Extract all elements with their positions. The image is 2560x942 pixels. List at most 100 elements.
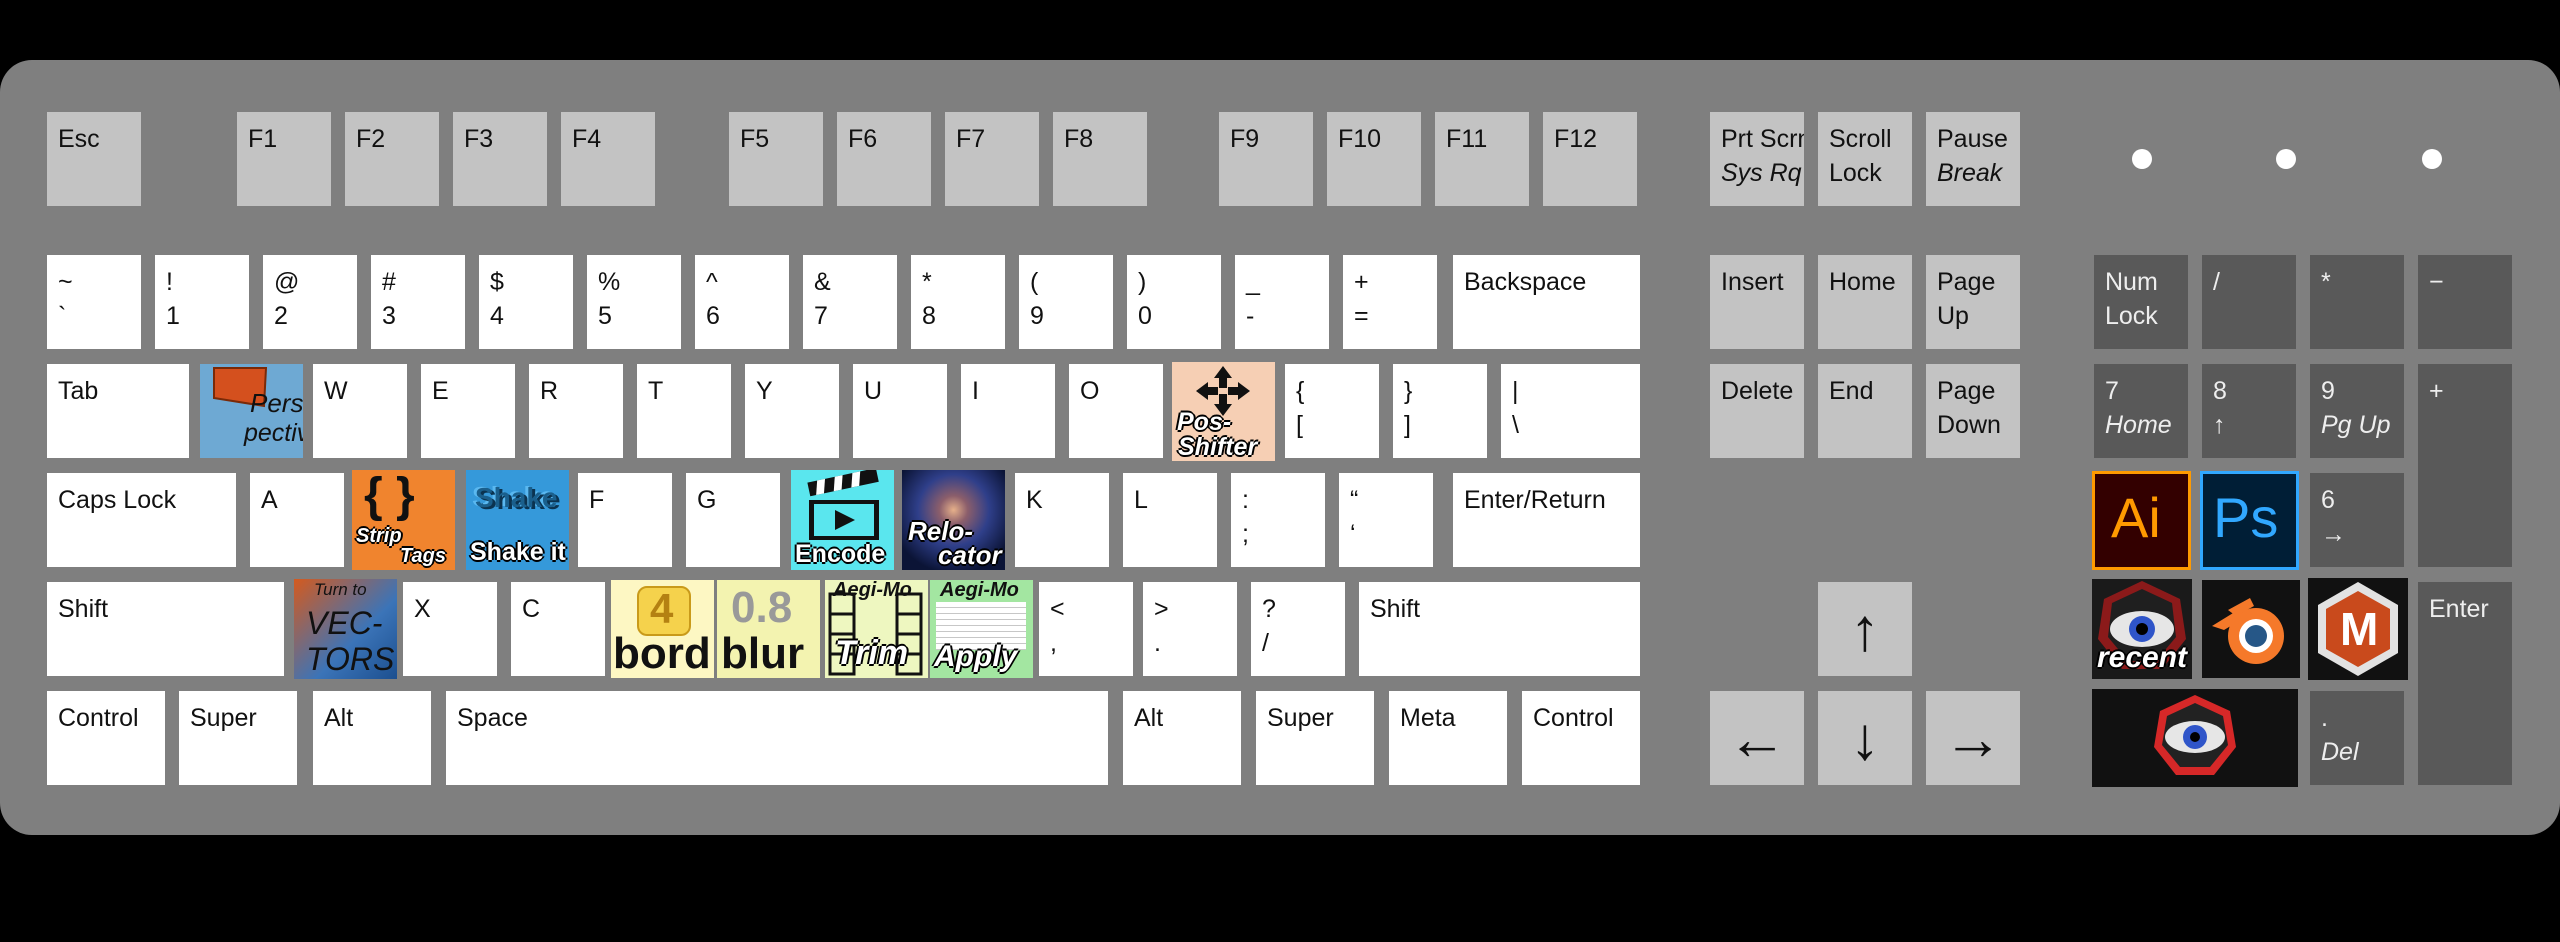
key-f[interactable]: F	[578, 473, 672, 567]
key-t[interactable]: T	[637, 364, 731, 458]
key-numpad-enter[interactable]: Enter	[2418, 582, 2512, 785]
key-left-alt[interactable]: Alt	[313, 691, 431, 785]
key-u[interactable]: U	[853, 364, 947, 458]
key-v-bord-macro[interactable]: 4 bord	[611, 580, 714, 678]
key-9[interactable]: (9	[1019, 255, 1113, 349]
key-semicolon[interactable]: :;	[1231, 473, 1325, 567]
key-f7[interactable]: F7	[945, 112, 1039, 206]
key-i[interactable]: I	[961, 364, 1055, 458]
key-0[interactable]: ) 0	[1127, 255, 1221, 349]
key-space[interactable]: Space	[446, 691, 1108, 785]
key-w[interactable]: W	[313, 364, 407, 458]
key-6[interactable]: ^ 6	[695, 255, 789, 349]
key-b-blur-macro[interactable]: 0.8 blur	[717, 580, 820, 678]
key-numpad-divide[interactable]: /	[2202, 255, 2296, 349]
key-k[interactable]: K	[1015, 473, 1109, 567]
key-page-up[interactable]: Page Up	[1926, 255, 2020, 349]
key-o[interactable]: O	[1069, 364, 1163, 458]
key-enter[interactable]: Enter/Return	[1453, 473, 1640, 567]
key-numpad-5-photoshop[interactable]: Ps	[2200, 471, 2299, 570]
key-minus[interactable]: _ -	[1235, 255, 1329, 349]
key-backspace[interactable]: Backspace	[1453, 255, 1640, 349]
key-caps-lock[interactable]: Caps Lock	[47, 473, 236, 567]
key-f12[interactable]: F12	[1543, 112, 1637, 206]
key-numpad-4-illustrator[interactable]: Ai	[2092, 471, 2191, 570]
key-numpad-minus[interactable]: −	[2418, 255, 2512, 349]
key-f2[interactable]: F2	[345, 112, 439, 206]
key-f6[interactable]: F6	[837, 112, 931, 206]
key-s-strip-tags-macro[interactable]: { } Strip Tags	[352, 470, 455, 570]
key-4[interactable]: $4	[479, 255, 573, 349]
key-arrow-up[interactable]: ↑	[1818, 582, 1912, 676]
key-scroll-lock[interactable]: Scroll Lock	[1818, 112, 1912, 206]
key-f10[interactable]: F10	[1327, 112, 1421, 206]
key-8[interactable]: * 8	[911, 255, 1005, 349]
key-backslash[interactable]: | \	[1501, 364, 1640, 458]
key-e[interactable]: E	[421, 364, 515, 458]
key-f4[interactable]: F4	[561, 112, 655, 206]
key-pause[interactable]: Pause Break	[1926, 112, 2020, 206]
key-f11[interactable]: F11	[1435, 112, 1529, 206]
key-right-bracket[interactable]: }]	[1393, 364, 1487, 458]
key-insert[interactable]: Insert	[1710, 255, 1804, 349]
key-3[interactable]: #3	[371, 255, 465, 349]
key-f8[interactable]: F8	[1053, 112, 1147, 206]
key-n-trim-macro[interactable]: Aegi-Mo Trim	[825, 580, 928, 678]
key-right-super[interactable]: Super	[1256, 691, 1374, 785]
key-y[interactable]: Y	[745, 364, 839, 458]
key-f9[interactable]: F9	[1219, 112, 1313, 206]
key-left-super[interactable]: Super	[179, 691, 297, 785]
key-num-lock[interactable]: Num Lock	[2094, 255, 2188, 349]
key-1[interactable]: ! 1	[155, 255, 249, 349]
key-f5[interactable]: F5	[729, 112, 823, 206]
key-numpad-plus[interactable]: +	[2418, 364, 2512, 567]
key-z-vectors-macro[interactable]: Turn to VEC- TORS	[294, 579, 397, 679]
key-5[interactable]: % 5	[587, 255, 681, 349]
key-left-bracket[interactable]: {[	[1285, 364, 1379, 458]
key-numpad-multiply[interactable]: *	[2310, 255, 2404, 349]
key-equals[interactable]: + =	[1343, 255, 1437, 349]
key-left-control[interactable]: Control	[47, 691, 165, 785]
key-c[interactable]: C	[511, 582, 605, 676]
key-period[interactable]: >.	[1143, 582, 1237, 676]
key-slash[interactable]: ? /	[1251, 582, 1345, 676]
key-left-shift[interactable]: Shift	[47, 582, 284, 676]
key-r[interactable]: R	[529, 364, 623, 458]
key-f3[interactable]: F3	[453, 112, 547, 206]
key-h-encode-macro[interactable]: Encode	[791, 470, 894, 570]
key-tab[interactable]: Tab	[47, 364, 189, 458]
key-right-alt[interactable]: Alt	[1123, 691, 1241, 785]
key-2[interactable]: @2	[263, 255, 357, 349]
key-home[interactable]: Home	[1818, 255, 1912, 349]
key-numpad-8[interactable]: 8 ↑	[2202, 364, 2296, 458]
key-arrow-left[interactable]: ←	[1710, 691, 1804, 785]
key-numpad-6[interactable]: 6 →	[2310, 473, 2404, 567]
key-7[interactable]: & 7	[803, 255, 897, 349]
key-arrow-down[interactable]: ↓	[1818, 691, 1912, 785]
key-m-apply-macro[interactable]: Aegi-Mo Apply	[930, 580, 1033, 678]
key-f1[interactable]: F1	[237, 112, 331, 206]
key-quote[interactable]: “‘	[1339, 473, 1433, 567]
key-backtick[interactable]: ~ `	[47, 255, 141, 349]
key-q-perspective-macro[interactable]: Pers- pective	[200, 364, 303, 458]
key-numpad-3-mocha[interactable]: M	[2308, 578, 2408, 680]
key-arrow-right[interactable]: →	[1926, 691, 2020, 785]
key-g[interactable]: G	[686, 473, 780, 567]
key-j-relocator-macro[interactable]: Relo- cator	[902, 470, 1005, 570]
key-numpad-2-blender[interactable]	[2202, 580, 2300, 678]
key-end[interactable]: End	[1818, 364, 1912, 458]
key-numpad-7[interactable]: 7 Home	[2094, 364, 2188, 458]
key-page-down[interactable]: Page Down	[1926, 364, 2020, 458]
key-meta[interactable]: Meta	[1389, 691, 1507, 785]
key-right-shift[interactable]: Shift	[1359, 582, 1640, 676]
key-numpad-decimal[interactable]: . Del	[2310, 691, 2404, 785]
key-p-pos-shifter-macro[interactable]: Pos- Shifter	[1172, 362, 1275, 461]
key-delete[interactable]: Delete	[1710, 364, 1804, 458]
key-numpad-1-recent[interactable]: recent	[2092, 579, 2192, 679]
key-x[interactable]: X	[403, 582, 497, 676]
key-right-control[interactable]: Control	[1522, 691, 1640, 785]
key-esc[interactable]: Esc	[47, 112, 141, 206]
key-d-shake-macro[interactable]: Shake Shake it	[466, 470, 569, 570]
key-l[interactable]: L	[1123, 473, 1217, 567]
key-numpad-9[interactable]: 9 Pg Up	[2310, 364, 2404, 458]
